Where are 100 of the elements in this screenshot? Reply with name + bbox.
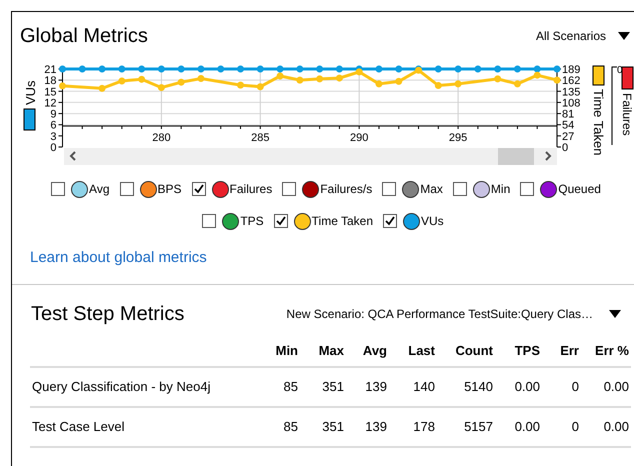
legend-swatch — [592, 66, 604, 86]
section-title: Global Metrics — [20, 24, 148, 48]
axis-label: 9 — [50, 108, 56, 121]
data-point — [256, 83, 264, 90]
column-header: Min — [274, 342, 298, 360]
data-point — [454, 66, 462, 72]
axis-label: 290 — [350, 132, 368, 144]
table-cell-text: 351 — [321, 418, 344, 436]
checkbox[interactable] — [51, 182, 66, 196]
column-header: Err — [559, 342, 579, 360]
scenario-dropdown[interactable]: New Scenario: QCA Performance TestSuite:Query Clas… — [286, 305, 621, 323]
axis-title: Failures — [620, 93, 634, 136]
table-cell-text: 85 — [282, 378, 298, 396]
data-point — [514, 80, 521, 88]
table-cell-text: 5140 — [463, 378, 493, 396]
checkbox[interactable] — [120, 182, 134, 196]
data-point — [178, 78, 185, 86]
axis-title: VUs — [23, 80, 38, 105]
axis-label: 12 — [44, 97, 56, 110]
checkbox[interactable] — [452, 182, 467, 196]
data-point — [554, 76, 560, 84]
checkbox[interactable] — [192, 182, 206, 196]
data-point — [158, 66, 165, 72]
data-point — [434, 66, 442, 72]
data-point — [118, 77, 126, 84]
column-header: Count — [454, 342, 493, 360]
data-point — [138, 76, 146, 83]
axis-label: 280 — [152, 132, 171, 144]
axis-label: 81 — [562, 108, 574, 121]
axis-label: 27 — [562, 130, 574, 143]
legend-label: VUs — [421, 213, 444, 230]
checkbox[interactable] — [202, 214, 216, 228]
table-cell-text: 140 — [412, 378, 435, 396]
column-header: Avg — [362, 342, 387, 360]
legend-swatch — [24, 108, 36, 130]
data-point — [514, 66, 521, 72]
checkbox[interactable] — [383, 214, 398, 228]
legend-label: Failures/s — [320, 181, 372, 198]
table-cell-text: 139 — [364, 418, 387, 436]
data-point — [296, 76, 304, 84]
data-point — [336, 74, 343, 82]
caret-icon — [618, 32, 630, 40]
data-point — [118, 66, 126, 72]
data-point — [316, 66, 324, 72]
legend-label: BPS — [158, 181, 182, 198]
axis-label: 18 — [44, 75, 56, 88]
data-point — [217, 66, 224, 72]
data-point — [237, 66, 244, 72]
axis-label: 285 — [251, 132, 270, 144]
axis-label: 0 — [562, 142, 568, 154]
data-point — [336, 66, 343, 72]
axis-label: 0 — [50, 142, 56, 154]
data-point — [78, 66, 86, 72]
data-point — [59, 66, 66, 72]
checkbox[interactable] — [282, 182, 296, 196]
data-point — [256, 66, 264, 72]
axis-title: Time Taken — [591, 89, 606, 156]
data-point — [98, 66, 106, 72]
data-point — [316, 75, 324, 82]
table-cell-text: 0 — [570, 418, 579, 436]
data-point — [296, 66, 304, 72]
checkbox[interactable] — [382, 182, 396, 196]
table-cell-text: 0.00 — [514, 378, 540, 396]
checkbox[interactable] — [274, 214, 288, 228]
data-point — [197, 66, 204, 72]
legend-swatch — [622, 66, 634, 90]
learn-link[interactable]: Learn about global metrics — [30, 246, 207, 269]
table-cell-text: 5157 — [463, 418, 493, 436]
scroll-right-icon[interactable] — [545, 151, 552, 161]
axis-label: 15 — [44, 86, 56, 98]
axis-label: 135 — [562, 86, 580, 98]
data-point — [158, 84, 165, 92]
table-cell-text: 0.00 — [602, 418, 629, 436]
data-point — [395, 78, 402, 85]
axis-label: 21 — [44, 64, 56, 76]
axis-label: 189 — [562, 64, 580, 76]
axis-label: 54 — [562, 120, 574, 132]
legend-label: Max — [420, 181, 443, 198]
table-cell-text: 351 — [321, 378, 344, 396]
scroll-thumb[interactable] — [498, 148, 534, 165]
data-point — [494, 75, 502, 82]
legend-label: Failures — [230, 181, 272, 198]
table-cell-text: 0.00 — [514, 418, 540, 436]
data-point — [434, 82, 442, 89]
data-point — [237, 82, 244, 89]
scrollbar[interactable] — [64, 148, 557, 165]
table-cell-text: Query Classification - by Neo4j — [31, 378, 212, 396]
scenario-dropdown[interactable]: All Scenarios — [536, 26, 630, 44]
data-point — [375, 80, 382, 88]
data-point — [138, 66, 146, 72]
caret-icon — [609, 310, 621, 318]
table-cell-text: 178 — [412, 418, 435, 436]
data-point — [554, 66, 560, 72]
checkbox[interactable] — [520, 182, 534, 196]
data-point — [178, 66, 185, 72]
scroll-left-icon[interactable] — [70, 151, 76, 161]
data-point — [454, 80, 462, 88]
table-cell-text: Test Case Level — [31, 418, 126, 436]
column-header: Err % — [594, 342, 629, 360]
legend-label: Min — [490, 181, 510, 198]
